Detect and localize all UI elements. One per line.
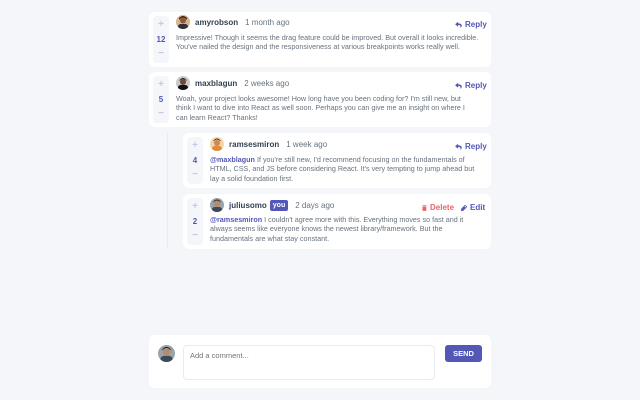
- vote-count: 12: [156, 34, 166, 44]
- comment-header: juliusomo you 2 days ago: [210, 197, 334, 213]
- downvote-button[interactable]: −: [192, 230, 198, 242]
- delete-button[interactable]: Delete: [422, 203, 454, 212]
- comment-text: Woah, your project looks awesome! How lo…: [176, 94, 465, 122]
- delete-label: Delete: [430, 203, 455, 212]
- reply-button[interactable]: Reply: [455, 81, 487, 90]
- vote-control: + 2 −: [187, 198, 203, 245]
- downvote-button[interactable]: −: [158, 48, 164, 60]
- username[interactable]: ramsesmiron: [229, 140, 279, 149]
- avatar: [210, 137, 224, 151]
- comment-header: amyrobson 1 month ago: [176, 14, 290, 30]
- reply-card: + 4 − ramsesmiron 1 week ago Reply @maxb…: [183, 133, 491, 188]
- reply-thread-line: [167, 132, 168, 248]
- downvote-button[interactable]: −: [192, 169, 198, 181]
- username[interactable]: juliusomo: [229, 201, 267, 210]
- vote-count: 5: [158, 94, 164, 104]
- reply-button[interactable]: Reply: [455, 142, 487, 151]
- vote-count: 2: [192, 216, 198, 226]
- comment-card: + 12 − amyrobson 1 month ago Reply Impre…: [149, 12, 491, 67]
- comment-text: @maxblagun If you're still new, I'd reco…: [210, 155, 485, 183]
- comment-date: 1 month ago: [245, 17, 290, 27]
- avatar: [210, 198, 224, 212]
- comment-date: 1 week ago: [286, 139, 328, 149]
- vote-control: + 5 −: [153, 76, 169, 123]
- upvote-button[interactable]: +: [192, 140, 198, 152]
- comment-text: @ramsesmiron I couldn't agree more with …: [210, 215, 485, 243]
- avatar: [176, 15, 190, 29]
- mention-link[interactable]: @ramsesmiron: [210, 215, 262, 224]
- reply-button[interactable]: Reply: [455, 20, 487, 29]
- reply-arrow-icon: [455, 21, 462, 28]
- downvote-button[interactable]: −: [158, 108, 164, 120]
- comment-header: ramsesmiron 1 week ago: [210, 136, 327, 152]
- username[interactable]: amyrobson: [195, 18, 238, 27]
- avatar: [158, 345, 175, 362]
- edit-button[interactable]: Edit: [461, 203, 485, 212]
- upvote-button[interactable]: +: [192, 201, 198, 213]
- reply-label: Reply: [465, 20, 487, 29]
- edit-label: Edit: [470, 203, 486, 212]
- pencil-icon: [461, 204, 467, 211]
- avatar: [176, 76, 190, 90]
- send-button[interactable]: SEND: [445, 345, 482, 362]
- comment-input[interactable]: [183, 345, 435, 380]
- comment-header: maxblagun 2 weeks ago: [176, 75, 289, 91]
- upvote-button[interactable]: +: [158, 19, 164, 31]
- reply-arrow-icon: [455, 82, 462, 89]
- comment-text: Impressive! Though it seems the drag fea…: [176, 33, 479, 52]
- comment-date: 2 weeks ago: [244, 78, 290, 88]
- vote-count: 4: [192, 155, 198, 165]
- trash-icon: [422, 204, 427, 211]
- reply-arrow-icon: [455, 143, 462, 150]
- mention-link[interactable]: @maxblagun: [210, 155, 255, 164]
- comment-card: + 5 − maxblagun 2 weeks ago Reply Woah, …: [149, 72, 491, 127]
- reply-card: + 2 − juliusomo you 2 days ago Delete Ed…: [183, 194, 491, 249]
- reply-label: Reply: [465, 142, 487, 151]
- comment-date: 2 days ago: [295, 200, 335, 210]
- vote-control: + 4 −: [187, 137, 203, 184]
- upvote-button[interactable]: +: [158, 79, 164, 91]
- you-badge: you: [269, 199, 289, 211]
- vote-control: + 12 −: [153, 16, 169, 63]
- username[interactable]: maxblagun: [195, 79, 237, 88]
- reply-label: Reply: [465, 81, 487, 90]
